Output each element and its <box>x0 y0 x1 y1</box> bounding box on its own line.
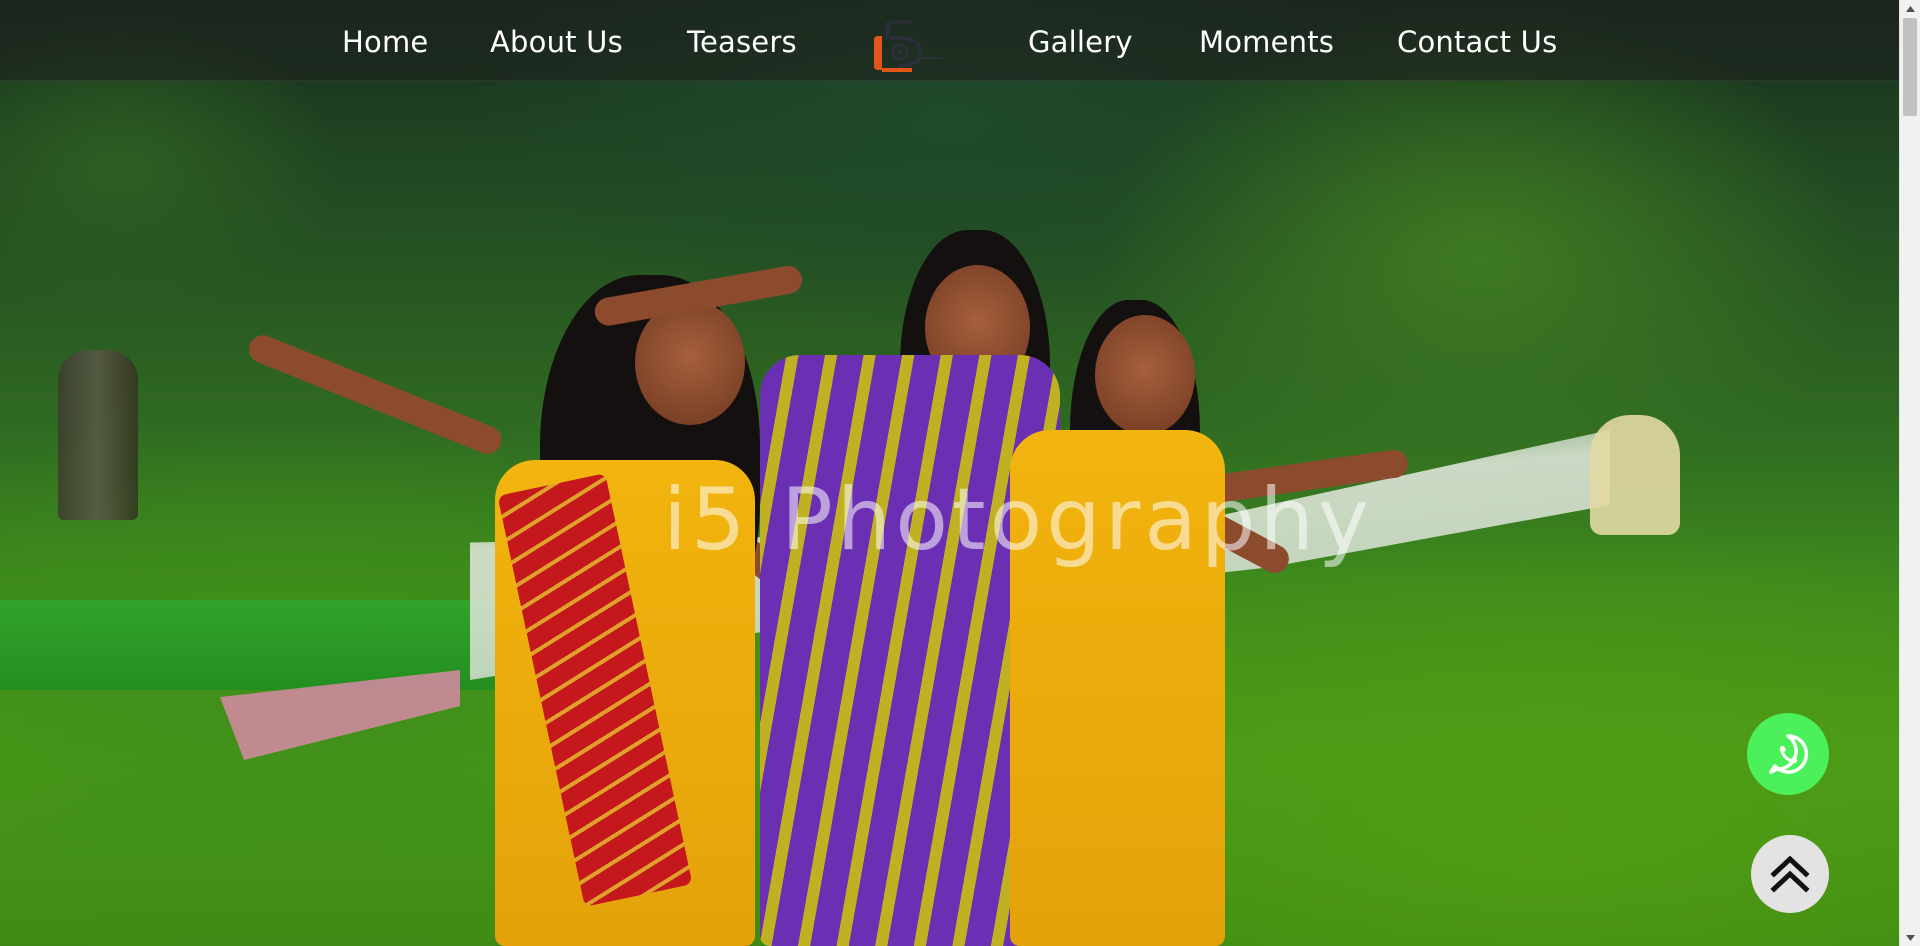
double-chevron-up-icon <box>1770 855 1810 893</box>
nav-link-moments[interactable]: Moments <box>1199 24 1334 60</box>
scroll-down-arrow-icon[interactable] <box>1900 929 1920 946</box>
background-tree <box>58 350 138 520</box>
camera-logo-icon <box>874 20 942 72</box>
nav-link-about-us[interactable]: About Us <box>490 24 623 60</box>
nav-link-gallery[interactable]: Gallery <box>1028 24 1133 60</box>
whatsapp-icon <box>1769 734 1809 774</box>
hero-watermark: i5 Photography <box>663 470 1373 570</box>
background-hanging-cloth <box>1590 415 1680 535</box>
hero-background: i5 Photography <box>0 0 1899 946</box>
page-viewport: i5 Photography Home About Us Teasers Gal… <box>0 0 1899 946</box>
scroll-to-top-button[interactable] <box>1751 835 1829 913</box>
scrollbar-thumb[interactable] <box>1903 18 1917 116</box>
vertical-scrollbar[interactable] <box>1899 0 1920 946</box>
top-navigation-bar: Home About Us Teasers Gallery Moments Co… <box>0 0 1899 81</box>
site-logo[interactable] <box>868 18 948 74</box>
nav-link-home[interactable]: Home <box>342 24 428 60</box>
nav-link-teasers[interactable]: Teasers <box>687 24 797 60</box>
nav-link-contact-us[interactable]: Contact Us <box>1397 24 1557 60</box>
scroll-up-arrow-icon[interactable] <box>1900 0 1920 17</box>
whatsapp-button[interactable] <box>1747 713 1829 795</box>
